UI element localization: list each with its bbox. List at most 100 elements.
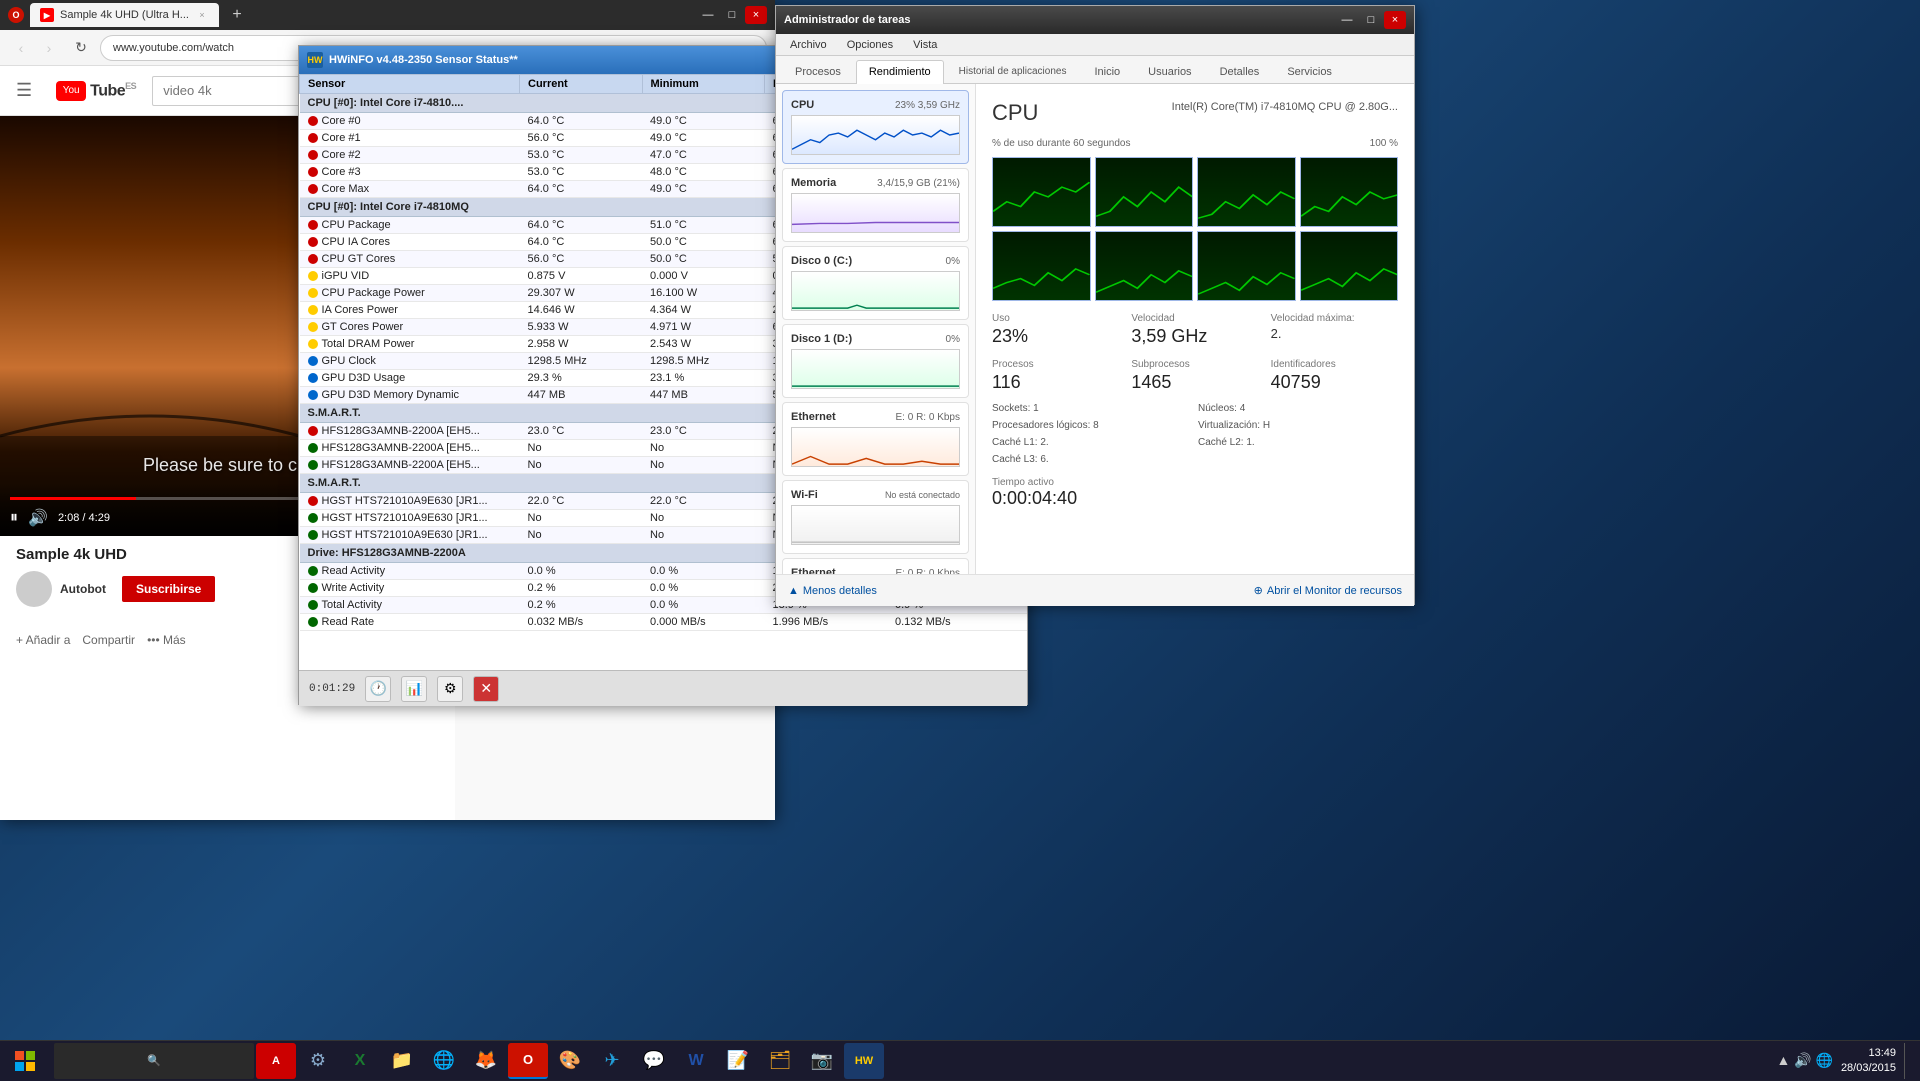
start-btn[interactable] (0, 1041, 50, 1081)
taskbar-files[interactable]: 🗂 (760, 1043, 800, 1079)
show-desktop-btn[interactable] (1904, 1043, 1910, 1079)
taskbar-hwinfo-tray[interactable]: HW (844, 1043, 884, 1079)
tm-perf-eth1[interactable]: Ethernet E: 0 R: 0 Kbps (782, 402, 969, 476)
vel-value: 3,59 GHz (1131, 326, 1258, 347)
taskbar-search[interactable]: 🔍 (54, 1043, 254, 1079)
taskbar-onenote[interactable]: 📝 (718, 1043, 758, 1079)
tm-menu-archivo[interactable]: Archivo (782, 37, 835, 53)
wifi-mini-graph (791, 505, 960, 545)
stat-procesos: Procesos 116 (992, 359, 1119, 393)
cpu-graph-2 (1197, 157, 1296, 227)
tm-menu-opciones[interactable]: Opciones (839, 37, 901, 53)
virt-label: Virtualización: (1198, 420, 1260, 431)
forward-btn[interactable]: › (36, 35, 62, 61)
browser-titlebar: O ▶ Sample 4k UHD (Ultra H... × + — □ × (0, 0, 775, 30)
tm-perf-disk1[interactable]: Disco 1 (D:) 0% (782, 324, 969, 398)
eth1-item-name: Ethernet (791, 411, 836, 423)
hw-settings-btn[interactable]: ⚙ (437, 676, 463, 702)
taskbar-firefox[interactable]: 🦊 (466, 1043, 506, 1079)
taskbar-apps: 🔍 A ⚙ X 📁 🌐 🦊 O 🎨 ✈ 💬 W 📝 🗂 📷 HW (50, 1041, 1766, 1081)
cache3-label: Caché L3: (992, 454, 1038, 465)
cpu-graph-5 (1095, 231, 1194, 301)
hw-minimum: 47.0 °C (642, 147, 765, 164)
tab-detalles[interactable]: Detalles (1207, 59, 1273, 83)
mem-item-val: 3,4/15,9 GB (21%) (877, 178, 960, 189)
hw-sensor-name: GPU D3D Usage (300, 370, 520, 387)
taskbar-opera[interactable]: O (508, 1043, 548, 1079)
stat-ids: Identificadores 40759 (1271, 359, 1398, 393)
volume-btn[interactable]: 🔊 (28, 508, 48, 528)
taskbar-telegram[interactable]: ✈ (592, 1043, 632, 1079)
hw-minimum: 22.0 °C (642, 493, 765, 510)
hw-current: No (520, 510, 643, 527)
channel-name: Autobot (60, 582, 106, 596)
hw-sensor-name: Total DRAM Power (300, 336, 520, 353)
hw-minimum: 0.0 % (642, 563, 765, 580)
tab-close-btn[interactable]: × (195, 8, 209, 22)
tm-close-btn[interactable]: × (1384, 11, 1406, 29)
tab-rendimiento[interactable]: Rendimiento (856, 60, 944, 84)
browser-minimize-btn[interactable]: — (697, 6, 719, 24)
taskbar-camera[interactable]: 📷 (802, 1043, 842, 1079)
tm-menu-vista[interactable]: Vista (905, 37, 945, 53)
cpu-graphs-grid (992, 157, 1398, 301)
browser-close-btn[interactable]: × (745, 6, 767, 24)
taskbar-chat[interactable]: 💬 (634, 1043, 674, 1079)
taskbar-tools[interactable]: ⚙ (298, 1043, 338, 1079)
cpu-main-label: CPU (992, 100, 1038, 126)
hw-table-row: Read Rate 0.032 MB/s 0.000 MB/s 1.996 MB… (300, 614, 1027, 631)
taskbar-paint[interactable]: 🎨 (550, 1043, 590, 1079)
browser-maximize-btn[interactable]: □ (721, 6, 743, 24)
tm-sidebar: CPU 23% 3,59 GHz Memoria 3,4/15,9 GB (21… (776, 84, 976, 574)
tab-inicio[interactable]: Inicio (1081, 59, 1133, 83)
tab-procesos[interactable]: Procesos (782, 59, 854, 83)
velmax-label: Velocidad máxima: (1271, 313, 1398, 324)
progress-fill (10, 497, 136, 500)
tm-minimize-btn[interactable]: — (1336, 11, 1358, 29)
tm-perf-cpu[interactable]: CPU 23% 3,59 GHz (782, 90, 969, 164)
tab-servicios[interactable]: Servicios (1274, 59, 1345, 83)
cache2-value: 1. (1246, 437, 1254, 448)
yt-hamburger-btn[interactable]: ☰ (16, 80, 32, 101)
share-btn[interactable]: Compartir (82, 633, 135, 647)
hwinfo-icon: HW (307, 52, 323, 68)
tm-perf-disk0[interactable]: Disco 0 (C:) 0% (782, 246, 969, 320)
taskbar-globe[interactable]: 🌐 (424, 1043, 464, 1079)
hw-current: 64.0 °C (520, 217, 643, 234)
hw-current: 0.2 % (520, 597, 643, 614)
taskbar-word[interactable]: W (676, 1043, 716, 1079)
hw-minimum: No (642, 457, 765, 474)
new-tab-btn[interactable]: + (225, 3, 249, 27)
back-btn[interactable]: ‹ (8, 35, 34, 61)
hw-minimum: 0.000 V (642, 268, 765, 285)
hw-clock-btn[interactable]: 🕐 (365, 676, 391, 702)
tm-perf-eth2[interactable]: Ethernet E: 0 R: 0 Kbps (782, 558, 969, 574)
youtube-logo[interactable]: You TubeES (56, 81, 136, 101)
mem-item-name: Memoria (791, 177, 836, 189)
active-tab[interactable]: ▶ Sample 4k UHD (Ultra H... × (30, 3, 219, 27)
tm-perf-wifi[interactable]: Wi-Fi No está conectado (782, 480, 969, 554)
tab-usuarios[interactable]: Usuarios (1135, 59, 1204, 83)
tab-historial[interactable]: Historial de aplicaciones (946, 59, 1080, 83)
more-btn[interactable]: ••• Más (147, 633, 186, 647)
tm-perf-memory[interactable]: Memoria 3,4/15,9 GB (21%) (782, 168, 969, 242)
refresh-btn[interactable]: ↻ (68, 35, 94, 61)
tm-resource-monitor-btn[interactable]: ⊕ Abrir el Monitor de recursos (1254, 584, 1402, 597)
play-pause-btn[interactable]: ⏸ (10, 509, 18, 527)
tm-maximize-btn[interactable]: □ (1360, 11, 1382, 29)
hw-timer: 0:01:29 (309, 683, 355, 695)
tm-less-details-btn[interactable]: ▲ Menos detalles (788, 585, 877, 597)
nucleos-value: 4 (1240, 403, 1246, 414)
disk1-item-name: Disco 1 (D:) (791, 333, 852, 345)
hw-chart-btn[interactable]: 📊 (401, 676, 427, 702)
add-to-btn[interactable]: + Añadir a (16, 633, 70, 647)
taskbar-excel[interactable]: X (340, 1043, 380, 1079)
hw-minimum: 49.0 °C (642, 130, 765, 147)
channel-avatar (16, 571, 52, 607)
hw-current: 0.032 MB/s (520, 614, 643, 631)
taskbar-folder[interactable]: 📁 (382, 1043, 422, 1079)
uso-value: 23% (992, 326, 1119, 347)
subscribe-btn[interactable]: Suscribirse (122, 576, 215, 602)
hw-close-btn[interactable]: ✕ (473, 676, 499, 702)
taskbar-acrobat[interactable]: A (256, 1043, 296, 1079)
